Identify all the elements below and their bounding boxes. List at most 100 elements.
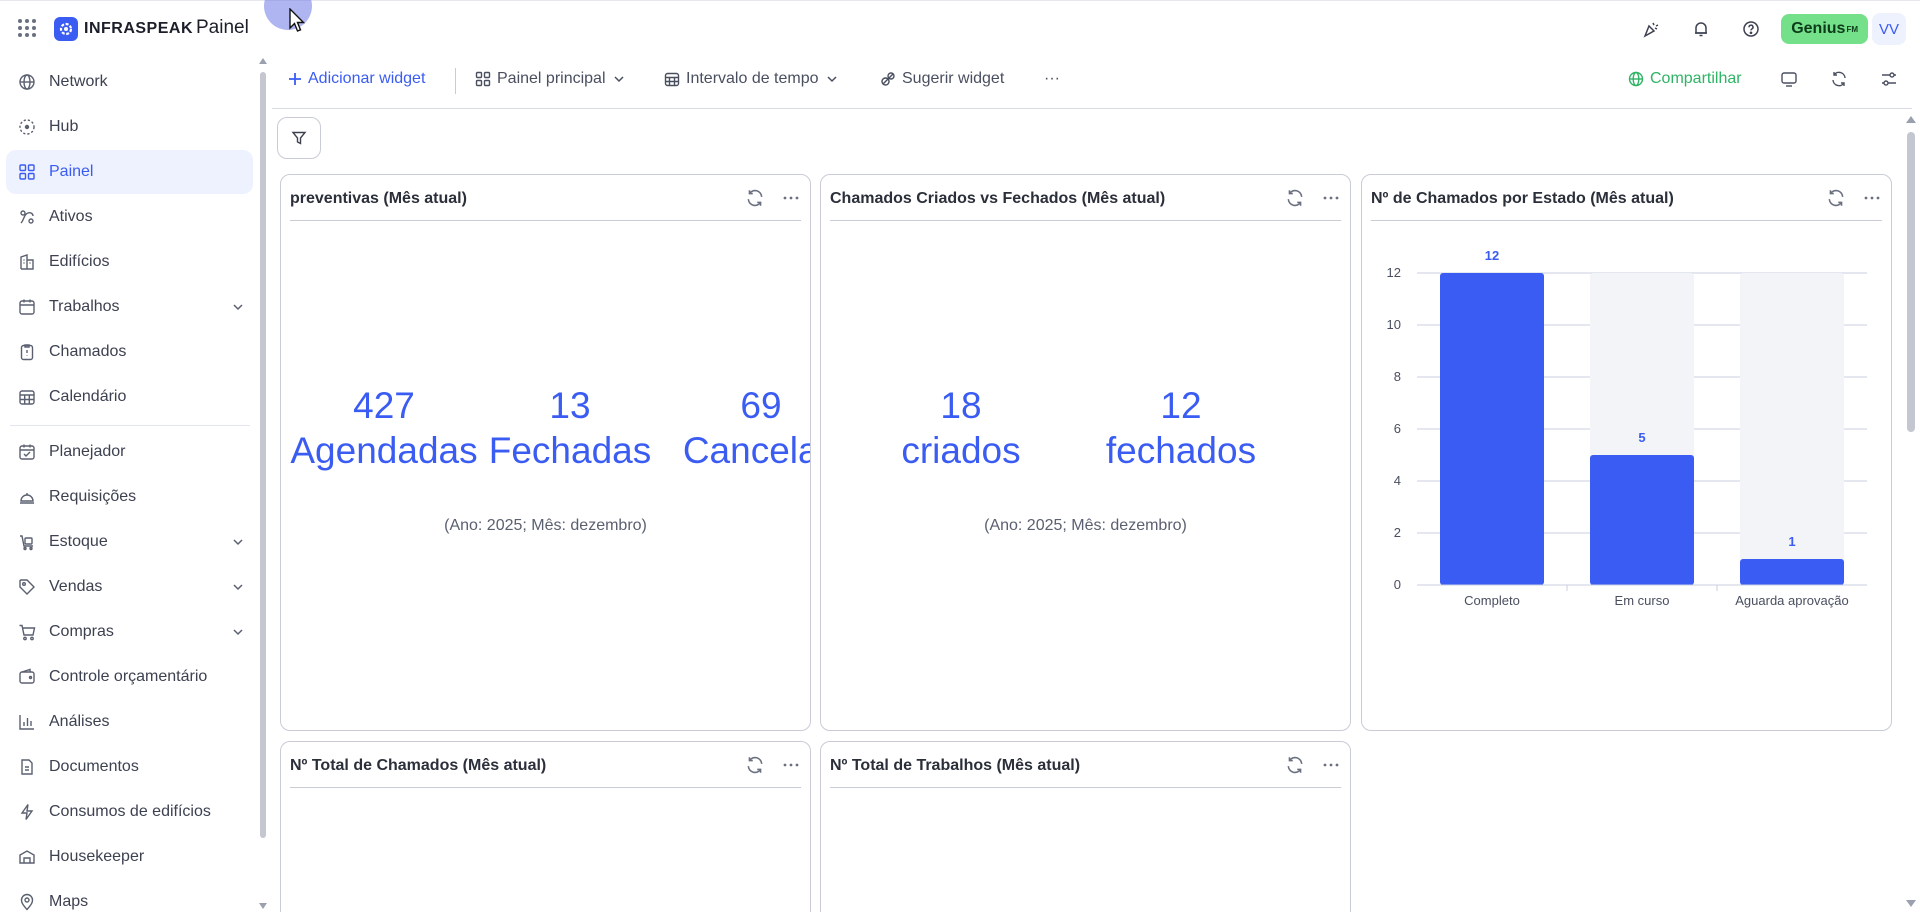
sidebar-item-consumos[interactable]: Consumos de edifícios (6, 790, 253, 834)
bell-service-icon (20, 493, 34, 504)
more-options-button[interactable]: ··· (1044, 70, 1060, 88)
main-panel-dropdown[interactable]: Painel principal (475, 70, 626, 88)
bar-data-label: 1 (1788, 534, 1795, 549)
x-tick-label: Em curso (1615, 593, 1670, 608)
widget-more-icon[interactable] (781, 188, 801, 208)
refresh-all-button[interactable] (1830, 70, 1848, 88)
genius-badge[interactable]: Genius FM (1781, 14, 1868, 44)
y-tick-label: 6 (1394, 421, 1401, 436)
sidebar-scroll-up[interactable] (259, 58, 267, 64)
widget-refresh-icon[interactable] (745, 755, 765, 775)
celebration-icon[interactable] (1639, 17, 1663, 41)
widget-header: Nº Total de Trabalhos (Mês atual) (830, 742, 1341, 788)
more-options-label: ··· (1044, 70, 1060, 87)
sidebar-scroll-down[interactable] (259, 903, 267, 909)
sidebar-item-ativos[interactable]: Ativos (6, 195, 253, 239)
calendar-grid-icon (19, 390, 35, 405)
chevron-down-icon[interactable] (231, 535, 245, 549)
kpi-fechados: 12 fechados (1091, 383, 1271, 473)
sidebar-item-label: Documentos (49, 758, 139, 775)
widget-refresh-icon[interactable] (1285, 188, 1305, 208)
sidebar-scrollbar[interactable] (260, 72, 266, 838)
suggest-widget-label: Sugerir widget (902, 70, 1005, 87)
filter-button[interactable] (277, 117, 321, 159)
kpi-agendadas: 427 Agendadas (289, 383, 479, 473)
sidebar-item-planejador[interactable]: Planejador (6, 430, 253, 474)
time-interval-dropdown[interactable]: Intervalo de tempo (664, 70, 839, 88)
widget-title: Nº Total de Chamados (Mês atual) (290, 757, 547, 774)
sidebar-item-vendas[interactable]: Vendas (6, 565, 253, 609)
sidebar-item-edificios[interactable]: Edifícios (6, 240, 253, 284)
widget-title: Nº de Chamados por Estado (Mês atual) (1371, 190, 1674, 207)
sidebar-item-housekeeper[interactable]: Housekeeper (6, 835, 253, 879)
user-avatar[interactable]: VV (1872, 13, 1906, 45)
widget-refresh-icon[interactable] (1826, 188, 1846, 208)
widget-actions (1826, 188, 1882, 208)
main-panel-label: Painel principal (497, 70, 606, 87)
logo-gear-icon (54, 17, 78, 41)
help-icon[interactable] (1739, 17, 1763, 41)
logo-text: INFRASPEAK (84, 20, 194, 37)
sidebar-item-estoque[interactable]: Estoque (6, 520, 253, 564)
toolbar-divider (455, 68, 456, 94)
widget-more-icon[interactable] (1862, 188, 1882, 208)
suggest-widget-button[interactable]: Sugerir widget (880, 70, 1004, 88)
main-scrollbar[interactable] (1907, 132, 1915, 432)
widget-actions (745, 188, 801, 208)
sidebar-item-analises[interactable]: Análises (6, 700, 253, 744)
sidebar-item-documentos[interactable]: Documentos (6, 745, 253, 789)
notifications-bell-icon[interactable] (1689, 17, 1713, 41)
assets-icon (20, 210, 34, 224)
chevron-down-icon[interactable] (231, 580, 245, 594)
bar (1740, 559, 1844, 585)
genius-label: Genius (1791, 20, 1846, 37)
main-scroll-up[interactable] (1906, 116, 1916, 123)
widget-refresh-icon[interactable] (1285, 755, 1305, 775)
widget-header: Nº Total de Chamados (Mês atual) (290, 742, 801, 788)
present-mode-button[interactable] (1780, 70, 1798, 88)
sidebar-item-label: Ativos (49, 208, 93, 225)
y-tick-label: 4 (1394, 473, 1401, 488)
settings-sliders-button[interactable] (1880, 70, 1898, 88)
sidebar-item-trabalhos[interactable]: Trabalhos (6, 285, 253, 329)
sidebar-item-chamados[interactable]: Chamados (6, 330, 253, 374)
sidebar-item-calendario[interactable]: Calendário (6, 375, 253, 419)
widget-preventivas: preventivas (Mês atual) 427 Agendadas 13… (280, 174, 811, 731)
widget-more-icon[interactable] (1321, 188, 1341, 208)
kpi-label: fechados (1105, 430, 1257, 471)
add-widget-button[interactable]: Adicionar widget (288, 70, 425, 88)
widget-actions (1285, 755, 1341, 775)
apps-grid-icon[interactable] (18, 19, 36, 37)
sidebar-item-controle-orcamentario[interactable]: Controle orçamentário (6, 655, 253, 699)
sidebar-item-maps[interactable]: Maps (6, 880, 253, 912)
bar-chart-icon (19, 715, 34, 730)
kpi-canceladas: 69 Cancelad (661, 383, 810, 473)
sidebar-item-painel[interactable]: Painel (6, 150, 253, 194)
sidebar-item-label: Análises (49, 713, 110, 730)
widget-refresh-icon[interactable] (745, 188, 765, 208)
share-label: Compartilhar (1650, 70, 1742, 87)
sidebar-item-label: Trabalhos (49, 298, 120, 315)
kpi-label: criados (901, 430, 1021, 471)
sidebar-item-hub[interactable]: Hub (6, 105, 253, 149)
sidebar-item-label: Controle orçamentário (49, 668, 208, 685)
sidebar-item-label: Chamados (49, 343, 127, 360)
widget-actions (745, 755, 801, 775)
hub-icon (19, 119, 35, 135)
sidebar-item-network[interactable]: Network (6, 60, 253, 104)
chevron-down-icon[interactable] (231, 300, 245, 314)
main-scroll-down[interactable] (1906, 900, 1916, 907)
widget-more-icon[interactable] (1321, 755, 1341, 775)
sidebar-item-label: Consumos de edifícios (49, 803, 211, 820)
y-tick-label: 2 (1394, 525, 1401, 540)
sidebar-item-compras[interactable]: Compras (6, 610, 253, 654)
chevron-down-icon[interactable] (231, 625, 245, 639)
sidebar-item-label: Housekeeper (49, 848, 145, 865)
sliders-icon (1882, 72, 1896, 86)
app-logo[interactable]: INFRASPEAK (54, 17, 193, 41)
add-widget-label: Adicionar widget (308, 70, 426, 87)
share-button[interactable]: Compartilhar (1628, 70, 1742, 88)
widget-more-icon[interactable] (781, 755, 801, 775)
sidebar-item-label: Vendas (49, 578, 103, 595)
sidebar-item-requisicoes[interactable]: Requisições (6, 475, 253, 519)
